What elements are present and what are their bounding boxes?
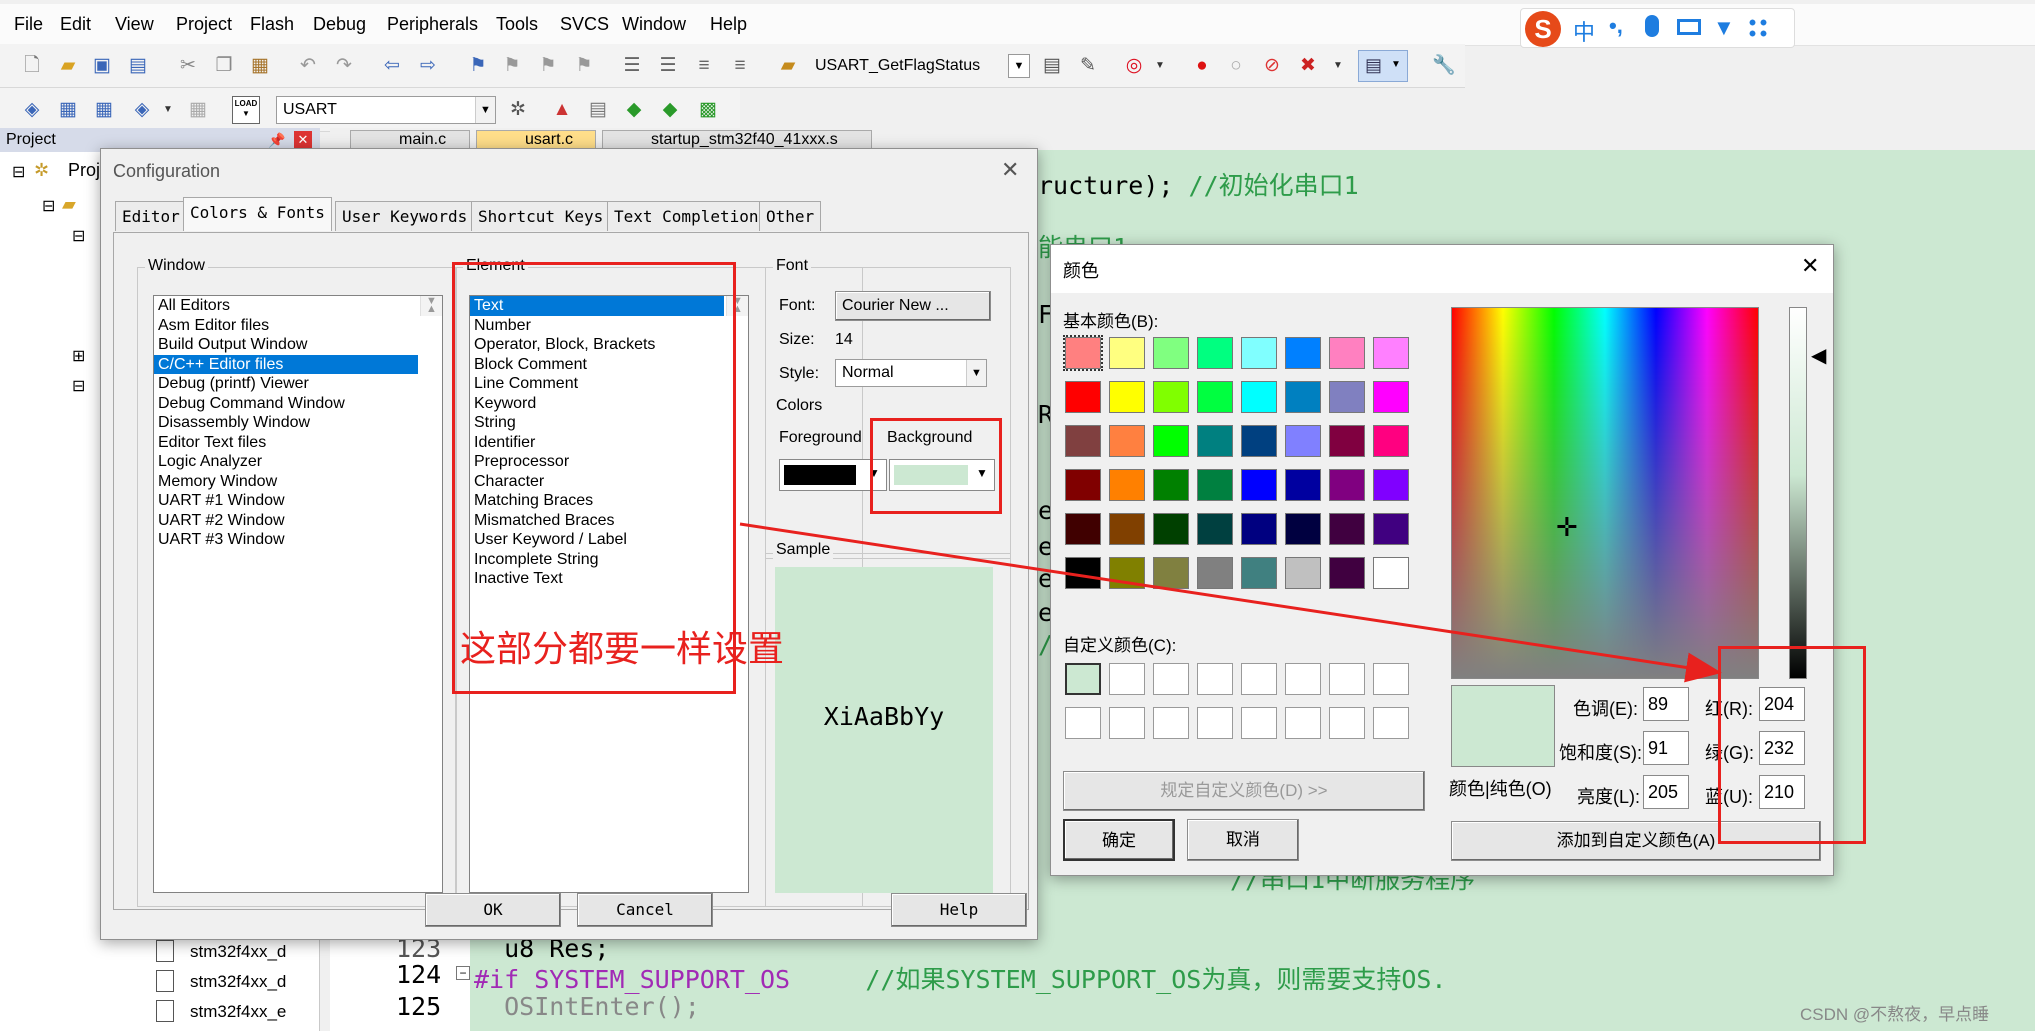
annotation-arrow	[739, 522, 1722, 683]
